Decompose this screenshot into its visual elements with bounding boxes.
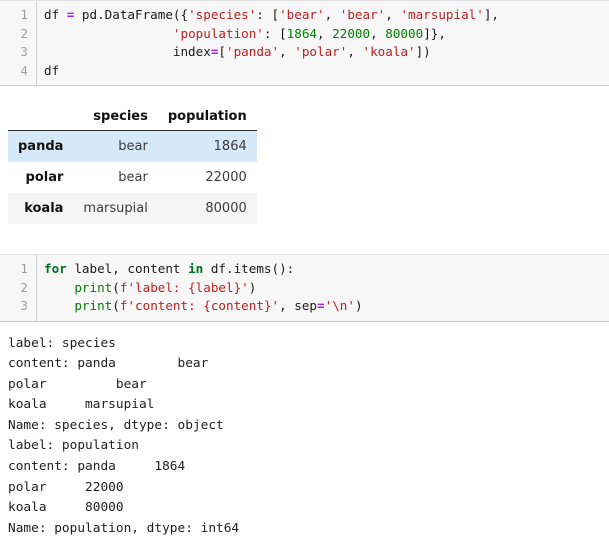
code-token: ,: [279, 44, 295, 59]
code-token: (: [112, 298, 120, 313]
code-token: ],: [483, 7, 499, 22]
table-row[interactable]: panda bear 1864: [8, 130, 257, 162]
code-token: ]},: [423, 25, 446, 41]
code-token: f'content: {content}': [119, 298, 280, 313]
code-token: for: [44, 261, 67, 276]
code-token: ,: [385, 7, 401, 22]
code-token: df.items():: [203, 261, 295, 276]
code-token: 'marsupial': [400, 7, 484, 22]
code-token: : [: [256, 7, 280, 22]
code-token: df: [44, 7, 67, 22]
code-token: ): [248, 279, 257, 295]
column-header-population: population: [157, 106, 257, 131]
table-row[interactable]: polar bear 22000: [8, 162, 257, 193]
column-header-species: species: [73, 106, 158, 131]
code-token: 80000: [385, 25, 424, 41]
code-token: 1864: [286, 25, 317, 41]
code-token: f'label: {label}': [119, 279, 249, 295]
code-token: in: [188, 261, 204, 276]
code-token: 'bear': [279, 7, 325, 22]
code-token: pd.DataFrame({: [74, 7, 189, 22]
code-token: ,: [324, 7, 340, 22]
code-token: 22000: [332, 25, 371, 41]
code-token: ): [354, 298, 363, 313]
table-row[interactable]: koala marsupial 80000: [8, 193, 257, 224]
code-editor-1[interactable]: df = pd.DataFrame({'species': ['bear', '…: [37, 1, 609, 85]
cell-species: marsupial: [83, 201, 148, 216]
code-text-1: df = pd.DataFrame({'species': ['bear', '…: [44, 6, 609, 80]
line-number-gutter-1: 1 2 3 4: [0, 1, 37, 85]
code-token: : [: [263, 25, 287, 41]
line-number: 2: [20, 25, 28, 41]
code-token: ]): [415, 44, 431, 59]
row-index-label: polar: [25, 170, 64, 185]
table-header-row: species population: [8, 106, 257, 131]
line-number: 1: [20, 7, 28, 22]
code-token: =: [317, 298, 325, 313]
row-index-label: koala: [24, 201, 64, 216]
line-number-gutter-2: 1 2 3: [0, 255, 37, 321]
code-token: 'bear': [339, 7, 386, 22]
code-token: 'species': [188, 7, 257, 22]
output-spacer: [0, 224, 609, 254]
code-token: , sep: [279, 298, 318, 313]
code-token: '\n': [324, 298, 355, 313]
code-token: 'koala': [362, 44, 416, 59]
code-token: ,: [370, 25, 386, 41]
index-column-header: [8, 106, 74, 131]
line-number: 1: [20, 261, 28, 276]
cell-population: 22000: [205, 170, 247, 185]
code-text-2: for label, content in df.items(): print(…: [44, 260, 609, 316]
line-number: 3: [20, 44, 28, 59]
code-token: index: [44, 44, 211, 59]
code-token: 'population': [172, 25, 264, 41]
stdout-text: label: species content: panda bear polar…: [8, 335, 240, 536]
cell-species: bear: [118, 139, 148, 154]
code-token: [: [218, 44, 226, 59]
dataframe-body: panda bear 1864 polar bear 22000 koala m…: [8, 130, 257, 224]
cell-population: 80000: [205, 201, 247, 216]
code-cell-input-2[interactable]: 1 2 3 for label, content in df.items(): …: [0, 254, 609, 322]
dataframe-head: species population: [8, 106, 257, 131]
dataframe-table: species population panda bear 1864 polar…: [8, 106, 257, 224]
code-token: 'polar': [294, 44, 348, 59]
code-cell-input-1[interactable]: 1 2 3 4 df = pd.DataFrame({'species': ['…: [0, 0, 609, 86]
code-token: df: [44, 62, 60, 78]
cell-species: bear: [118, 170, 148, 185]
code-token: ,: [317, 25, 333, 41]
code-token: label, content: [66, 261, 189, 276]
line-number: 3: [20, 298, 28, 313]
line-number: 4: [20, 62, 28, 78]
code-editor-2[interactable]: for label, content in df.items(): print(…: [37, 255, 609, 321]
row-index-label: panda: [18, 139, 64, 154]
code-token: (: [112, 279, 120, 295]
code-token: ,: [347, 44, 363, 59]
stdout-output: label: species content: panda bear polar…: [0, 322, 609, 540]
code-token: print: [74, 298, 113, 313]
cell-population: 1864: [213, 139, 247, 154]
line-number: 2: [20, 279, 28, 295]
code-token: 'panda': [226, 44, 280, 59]
dataframe-output: species population panda bear 1864 polar…: [0, 86, 609, 224]
code-token: print: [74, 279, 113, 295]
